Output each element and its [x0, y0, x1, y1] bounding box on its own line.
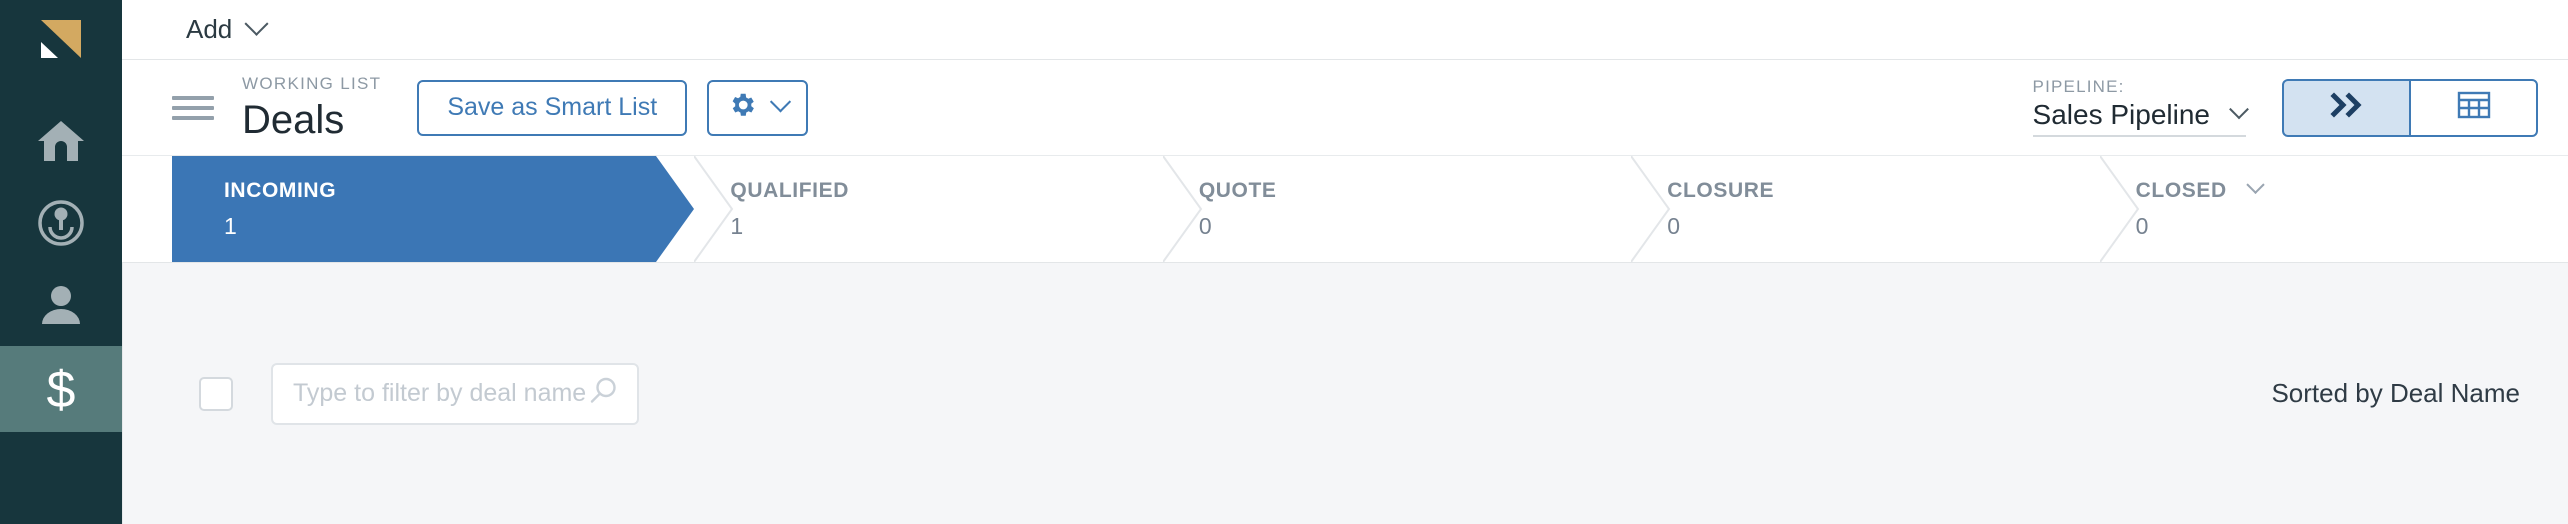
chevron-down-icon	[770, 91, 792, 113]
page-title-block: WORKING LIST Deals	[242, 75, 381, 140]
stage-count: 0	[1667, 213, 1681, 239]
add-label: Add	[186, 14, 233, 44]
list-filter-bar: Sorted by Deal Name	[122, 263, 2568, 524]
stage-quote[interactable]: QUOTE 0	[1162, 156, 1631, 262]
logo-white-triangle	[41, 42, 58, 58]
view-toggle-group	[2282, 78, 2538, 137]
svg-text:$: $	[47, 361, 76, 417]
main-sidebar: $	[0, 0, 122, 524]
dollar-icon: $	[39, 361, 83, 417]
table-grid-icon	[2457, 90, 2491, 125]
gear-icon	[727, 90, 757, 125]
stage-qualified[interactable]: QUALIFIED 1	[694, 156, 1162, 262]
pipeline-stage-bar: INCOMING 1 QUALIFIED 1 QUOTE 0 CLOSURE 0…	[122, 155, 2568, 263]
stage-arrow	[656, 156, 695, 262]
hamburger-line	[172, 115, 214, 120]
stage-incoming[interactable]: INCOMING 1	[172, 156, 695, 262]
chevron-down-icon	[244, 11, 269, 36]
page-title: Deals	[242, 98, 345, 142]
chevron-down-icon[interactable]	[2246, 175, 2265, 195]
person-icon	[38, 282, 84, 328]
stage-name: CLOSURE	[1667, 179, 1775, 202]
stage-divider	[694, 156, 734, 262]
deals-pipeline-screen: $ Add WORKING LIST Deals Save as Smart L…	[0, 0, 2568, 524]
select-all-checkbox[interactable]	[199, 376, 233, 411]
pipeline-selected-value: Sales Pipeline	[2032, 99, 2210, 130]
stage-name: QUOTE	[1198, 179, 1277, 202]
app-logo[interactable]	[0, 0, 122, 78]
pipeline-label: PIPELINE:	[2032, 77, 2125, 96]
stage-closure[interactable]: CLOSURE 0	[1631, 156, 2099, 262]
stage-count: 0	[1198, 213, 1212, 239]
hamburger-line	[172, 95, 214, 100]
chevron-down-icon	[2229, 99, 2249, 120]
home-icon	[36, 118, 86, 164]
sidebar-item-home[interactable]	[0, 100, 122, 182]
stage-count: 0	[2135, 213, 2149, 239]
stage-divider	[2099, 156, 2140, 262]
pipeline-value-row: Sales Pipeline	[2032, 99, 2249, 130]
double-chevron-right-icon	[2327, 90, 2367, 125]
stage-count: 1	[224, 213, 237, 239]
save-as-smart-list-label: Save as Smart List	[447, 93, 658, 121]
sidebar-item-deals[interactable]: $	[0, 346, 122, 432]
broadcast-icon	[36, 198, 86, 248]
stage-name: QUALIFIED	[730, 179, 849, 202]
stage-closed[interactable]: CLOSED 0	[2099, 156, 2568, 262]
stage-divider	[1631, 156, 1671, 262]
search-icon[interactable]	[587, 375, 619, 412]
breadcrumb: WORKING LIST	[242, 74, 382, 93]
pipeline-view-button[interactable]	[2282, 78, 2410, 137]
deal-filter-field[interactable]	[271, 362, 639, 425]
stage-count: 1	[730, 213, 744, 239]
stage-divider	[1162, 156, 1203, 262]
sort-status-label: Sorted by Deal Name	[2271, 378, 2520, 408]
stage-name: CLOSED	[2135, 179, 2227, 202]
pipeline-selector[interactable]: PIPELINE: Sales Pipeline	[2032, 77, 2249, 137]
hamburger-line	[172, 105, 214, 110]
stage-name-row: CLOSED	[2135, 175, 2568, 202]
top-action-bar: Add	[122, 0, 2568, 60]
search-input[interactable]	[293, 379, 617, 408]
main-content: Add WORKING LIST Deals Save as Smart Lis…	[122, 0, 2568, 524]
list-header: WORKING LIST Deals Save as Smart List PI…	[122, 60, 2568, 155]
sidebar-item-contacts[interactable]	[0, 264, 122, 346]
add-dropdown-button[interactable]: Add	[186, 11, 269, 45]
save-as-smart-list-button[interactable]: Save as Smart List	[417, 79, 688, 136]
table-view-button[interactable]	[2410, 78, 2538, 137]
sidebar-item-activity[interactable]	[0, 182, 122, 264]
hamburger-icon[interactable]	[172, 90, 214, 126]
settings-dropdown-button[interactable]	[707, 79, 809, 136]
stage-name: INCOMING	[224, 179, 337, 202]
